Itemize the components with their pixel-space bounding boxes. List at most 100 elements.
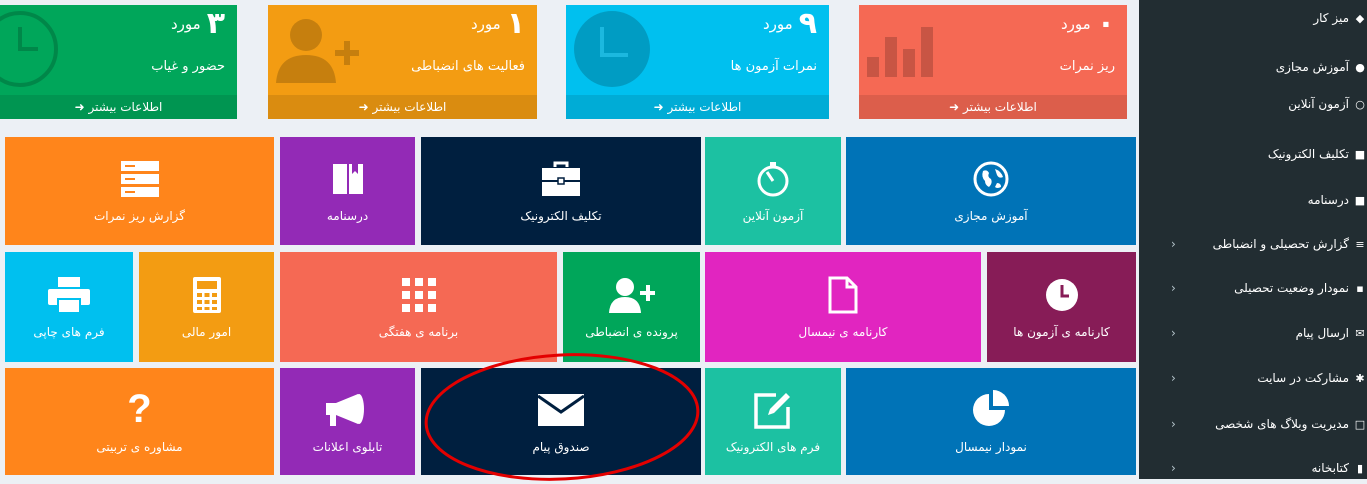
stat-label: فعالیت های انضباطی bbox=[411, 59, 525, 74]
tile-label: پرونده ی انضباطی bbox=[585, 325, 678, 339]
timer-icon: ○ bbox=[1355, 98, 1365, 111]
grid-icon bbox=[401, 278, 436, 312]
tile-label: امور مالی bbox=[181, 325, 232, 339]
stat-box-grades: ۰مورد ریز نمرات اطلاعات بیشتر ➜ bbox=[859, 5, 1127, 119]
list-icon bbox=[120, 161, 159, 197]
sidebar-item-label: تکلیف الکترونیک bbox=[1267, 147, 1349, 161]
sidebar-item-academic-chart[interactable]: ▪ نمودار وضعیت تحصیلی ‹ bbox=[1139, 276, 1367, 300]
stat-label: حضور و غیاب bbox=[151, 59, 225, 74]
stat-count: ۱مورد bbox=[470, 6, 525, 41]
stat-box-attendance: ۳مورد حضور و غیاب اطلاعات بیشتر ➜ bbox=[0, 5, 237, 119]
more-info-link[interactable]: اطلاعات بیشتر ➜ bbox=[859, 95, 1127, 119]
dashboard-icon: ◆ bbox=[1355, 12, 1365, 25]
tile-label: کارنامه ی آزمون ها bbox=[1013, 325, 1110, 339]
tile-virtual-learning[interactable]: آموزش مجازی bbox=[846, 137, 1136, 245]
tile-exam-report-card[interactable]: کارنامه ی آزمون ها bbox=[987, 252, 1136, 362]
pie-chart-icon bbox=[973, 389, 1009, 426]
user-plus-icon bbox=[608, 278, 655, 313]
tile-inbox[interactable]: صندوق پیام bbox=[421, 368, 701, 475]
list-icon: ≡ bbox=[1355, 238, 1365, 251]
calculator-icon bbox=[192, 277, 221, 313]
arrow-circle-icon: ➜ bbox=[358, 100, 369, 114]
clock-icon bbox=[574, 11, 650, 87]
sidebar-item-dashboard[interactable]: ◆ میز کار bbox=[1139, 6, 1367, 30]
stat-box-exam-scores: ۹مورد نمرات آزمون ها اطلاعات بیشتر ➜ bbox=[566, 5, 829, 119]
megaphone-icon bbox=[325, 393, 364, 426]
stat-label: ریز نمرات bbox=[1059, 59, 1115, 74]
chevron-left-icon: ‹ bbox=[1171, 417, 1176, 431]
tile-e-forms[interactable]: فرم های الکترونیک bbox=[705, 368, 841, 475]
chevron-left-icon: ‹ bbox=[1171, 371, 1176, 385]
more-info-link[interactable]: اطلاعات بیشتر ➜ bbox=[0, 95, 237, 119]
tile-online-exam[interactable]: آزمون آنلاین bbox=[705, 137, 841, 245]
tile-label: آزمون آنلاین bbox=[742, 209, 804, 223]
tile-grades-report[interactable]: گزارش ریز نمرات bbox=[5, 137, 274, 245]
arrow-circle-icon: ➜ bbox=[74, 100, 85, 114]
stat-count: ۳مورد bbox=[170, 6, 225, 41]
sidebar-item-online-exam[interactable]: ○ آزمون آنلاین bbox=[1139, 92, 1367, 116]
sidebar-item-academic-report[interactable]: ≡ گزارش تحصیلی و انضباطی ‹ bbox=[1139, 232, 1367, 256]
globe-icon bbox=[973, 161, 1009, 197]
tile-label: فرم های چاپی bbox=[33, 325, 105, 339]
stopwatch-icon bbox=[757, 162, 789, 197]
globe-icon: ● bbox=[1355, 61, 1365, 74]
envelope-icon bbox=[538, 393, 584, 426]
library-icon: ▮ bbox=[1356, 462, 1364, 475]
sidebar-item-virtual-learning[interactable]: ● آموزش مجازی bbox=[1139, 55, 1367, 79]
sidebar-item-send-message[interactable]: ✉ ارسال پیام ‹ bbox=[1139, 321, 1367, 345]
tile-label: صندوق پیام bbox=[532, 439, 590, 454]
tile-print-forms[interactable]: فرم های چاپی bbox=[5, 252, 133, 362]
tile-label: تکلیف الکترونیک bbox=[520, 209, 602, 223]
sidebar-item-label: درسنامه bbox=[1307, 193, 1349, 207]
stat-count: ۰مورد bbox=[1060, 6, 1115, 41]
chevron-left-icon: ‹ bbox=[1171, 281, 1176, 295]
tile-label: برنامه ی هفتگی bbox=[378, 325, 459, 339]
clock-icon bbox=[0, 11, 58, 87]
book-icon bbox=[332, 164, 363, 194]
sidebar-item-label: آزمون آنلاین bbox=[1288, 97, 1349, 111]
printer-icon bbox=[48, 277, 90, 313]
tile-label: آموزش مجازی bbox=[954, 209, 1028, 223]
sidebar-item-label: مشارکت در سایت bbox=[1257, 371, 1349, 385]
stat-count: ۹مورد bbox=[762, 6, 817, 41]
user-plus-icon bbox=[276, 19, 359, 83]
sidebar-item-site-participation[interactable]: ✱ مشارکت در سایت ‹ bbox=[1139, 366, 1367, 390]
tile-semester-report-card[interactable]: کارنامه ی نیمسال bbox=[705, 252, 981, 362]
tile-label: گزارش ریز نمرات bbox=[93, 209, 186, 223]
more-info-link[interactable]: اطلاعات بیشتر ➜ bbox=[566, 95, 829, 119]
tile-label: مشاوره ی تربیتی bbox=[96, 439, 183, 454]
sidebar-item-lesson-plan[interactable]: ■ درسنامه bbox=[1139, 188, 1367, 212]
arrow-circle-icon: ➜ bbox=[653, 100, 664, 114]
tile-label: فرم های الکترونیک bbox=[725, 439, 821, 454]
tile-semester-chart[interactable]: نمودار نیمسال bbox=[846, 368, 1136, 475]
edit-icon bbox=[754, 392, 790, 429]
tile-finance[interactable]: امور مالی bbox=[139, 252, 274, 362]
sidebar-item-label: مدیریت وبلاگ های شخصی bbox=[1215, 417, 1349, 431]
tile-counseling[interactable]: ? مشاوره ی تربیتی bbox=[5, 368, 274, 475]
tile-notice-board[interactable]: تابلوی اعلانات bbox=[280, 368, 415, 475]
tile-homework[interactable]: تکلیف الکترونیک bbox=[421, 137, 701, 245]
tile-lesson-plan[interactable]: درسنامه bbox=[280, 137, 415, 245]
stat-box-discipline: ۱مورد فعالیت های انضباطی اطلاعات بیشتر ➜ bbox=[268, 5, 537, 119]
sidebar-item-blog-management[interactable]: □ مدیریت وبلاگ های شخصی ‹ bbox=[1139, 412, 1367, 436]
cog-icon: ✱ bbox=[1355, 372, 1365, 385]
tile-label: کارنامه ی نیمسال bbox=[798, 325, 888, 339]
blog-icon: □ bbox=[1354, 418, 1366, 431]
sidebar-item-label: کتابخانه bbox=[1311, 461, 1349, 475]
tile-discipline-file[interactable]: پرونده ی انضباطی bbox=[563, 252, 700, 362]
sidebar-item-label: آموزش مجازی bbox=[1275, 60, 1349, 74]
more-info-link[interactable]: اطلاعات بیشتر ➜ bbox=[268, 95, 537, 119]
stat-label: نمرات آزمون ها bbox=[730, 59, 817, 74]
sidebar-item-homework[interactable]: ■ تکلیف الکترونیک bbox=[1139, 142, 1367, 166]
file-icon bbox=[828, 276, 858, 314]
chevron-left-icon: ‹ bbox=[1171, 237, 1176, 251]
bar-chart-icon bbox=[867, 27, 933, 77]
sidebar-item-label: گزارش تحصیلی و انضباطی bbox=[1212, 237, 1349, 251]
book-icon: ■ bbox=[1354, 194, 1366, 207]
question-icon: ? bbox=[127, 387, 152, 431]
briefcase-icon bbox=[542, 161, 580, 196]
clock-icon bbox=[1045, 279, 1078, 311]
tile-weekly-schedule[interactable]: برنامه ی هفتگی bbox=[280, 252, 557, 362]
sidebar-item-library[interactable]: ▮ کتابخانه ‹ bbox=[1139, 456, 1367, 480]
sidebar-item-label: میز کار bbox=[1313, 11, 1349, 25]
